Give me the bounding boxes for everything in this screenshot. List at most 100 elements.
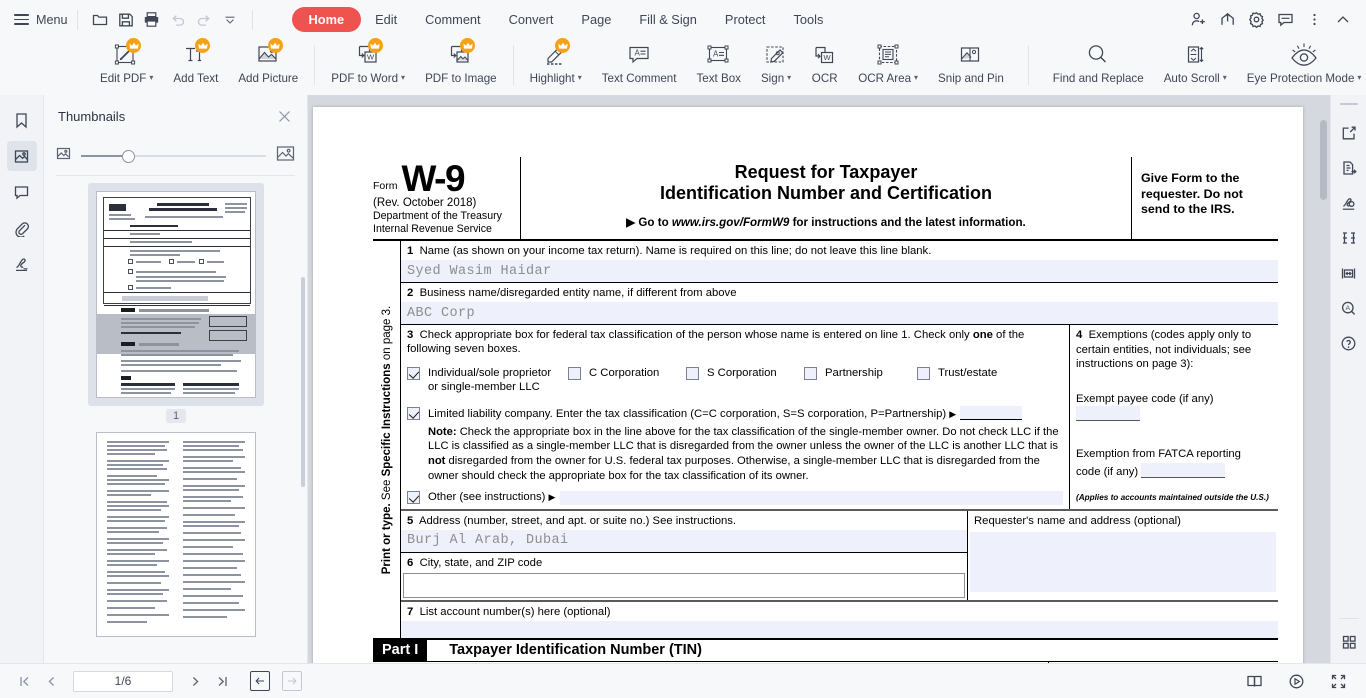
grid-view-icon[interactable] — [1336, 629, 1362, 655]
part-1-title: Taxpayer Identification Number (TIN) — [427, 640, 702, 661]
sidebar-item-bookmarks[interactable] — [7, 105, 37, 135]
search-document-icon[interactable]: A — [1336, 295, 1362, 321]
exempt-payee-code-field[interactable] — [1076, 406, 1140, 421]
page-navigation: 1/6 — [12, 669, 302, 693]
previous-view-icon[interactable] — [250, 671, 270, 691]
more-options-icon[interactable] — [1301, 7, 1327, 33]
list-item[interactable] — [88, 424, 264, 645]
first-page-icon[interactable] — [12, 669, 36, 693]
thumbnails-scrollbar[interactable] — [301, 277, 305, 487]
fullscreen-icon[interactable] — [1326, 669, 1350, 693]
ocr-button[interactable]: W OCR — [801, 39, 848, 85]
other-classification-field[interactable] — [560, 491, 1063, 505]
checkbox-limited-liability-company[interactable] — [407, 407, 420, 420]
signature-pen-icon[interactable] — [1336, 190, 1362, 216]
llc-classification-field[interactable] — [960, 406, 1022, 420]
irs-url: www.irs.gov/FormW9 — [672, 216, 789, 229]
text-comment-button[interactable]: A Text Comment — [592, 39, 687, 85]
checkbox-trust-estate[interactable] — [917, 367, 930, 380]
line5-number: 5 — [407, 515, 413, 527]
last-page-icon[interactable] — [210, 669, 234, 693]
edit-pdf-label: Edit PDF — [100, 72, 146, 85]
next-page-icon[interactable] — [183, 669, 207, 693]
print-icon[interactable] — [139, 7, 165, 33]
account-numbers-field[interactable] — [401, 621, 1278, 638]
address-field[interactable]: Burj Al Arab, Dubai — [401, 530, 967, 552]
open-folder-icon[interactable] — [87, 7, 113, 33]
arrow-right-icon: ▶ — [549, 492, 556, 502]
export-document-icon[interactable] — [1336, 155, 1362, 181]
checkbox-c-corporation[interactable] — [568, 367, 581, 380]
tab-tools[interactable]: Tools — [779, 7, 837, 32]
snip-and-pin-button[interactable]: Snip and Pin — [928, 39, 1014, 85]
tab-protect[interactable]: Protect — [711, 7, 780, 32]
highlight-button[interactable]: Highlight▾ — [520, 39, 592, 85]
auto-scroll-button[interactable]: Auto Scroll▾ — [1154, 39, 1237, 85]
add-picture-button[interactable]: Add Picture — [228, 39, 308, 85]
edit-pdf-button[interactable]: Edit PDF▾ — [90, 39, 163, 85]
checkbox-partnership[interactable] — [804, 367, 817, 380]
requester-field[interactable] — [970, 532, 1276, 592]
list-item[interactable]: 1 — [88, 183, 264, 422]
thumbnail-size-slider[interactable] — [81, 149, 266, 163]
sign-icon — [763, 40, 790, 70]
document-vertical-scrollbar[interactable] — [1320, 120, 1327, 200]
sidebar-item-thumbnails[interactable] — [7, 141, 37, 171]
feedback-icon[interactable] — [1272, 7, 1298, 33]
customize-chevron-icon[interactable] — [217, 7, 243, 33]
checkbox-individual-sole-proprietor[interactable] — [407, 367, 420, 380]
collapse-ribbon-icon[interactable] — [1330, 7, 1356, 33]
tab-page[interactable]: Page — [567, 7, 625, 32]
name-field[interactable]: Syed Wasim Haidar — [401, 260, 1278, 282]
text-box-button[interactable]: A Text Box — [686, 39, 750, 85]
thumbnail-list[interactable]: 1 — [44, 177, 308, 663]
pdf-to-image-button[interactable]: PDF to Image — [415, 39, 507, 85]
fatca-footnote: (Applies to accounts maintained outside … — [1076, 493, 1273, 504]
share-icon[interactable] — [1214, 7, 1240, 33]
checkbox-other[interactable] — [407, 491, 420, 504]
ocr-area-button[interactable]: OCR Area▾ — [848, 39, 928, 85]
pdf-to-word-button[interactable]: W PDF to Word▾ — [321, 39, 415, 85]
tab-home[interactable]: Home — [292, 7, 362, 32]
compare-icon[interactable] — [1336, 225, 1362, 251]
redo-icon[interactable] — [191, 7, 217, 33]
tab-fill-and-sign[interactable]: Fill & Sign — [625, 7, 711, 32]
page-fit-icon[interactable] — [1336, 260, 1362, 286]
eye-protection-mode-button[interactable]: Eye Protection Mode▾ — [1237, 39, 1366, 85]
sidebar-item-attachments[interactable] — [7, 213, 37, 243]
small-image-icon[interactable] — [56, 146, 71, 166]
sidebar-item-comments[interactable] — [7, 177, 37, 207]
help-circle-icon[interactable] — [1336, 330, 1362, 356]
save-icon[interactable] — [113, 7, 139, 33]
checkbox-individual-label: Individual/sole proprietor or single-mem… — [428, 366, 556, 395]
sign-button[interactable]: Sign▾ — [751, 39, 801, 85]
next-view-icon[interactable] — [282, 671, 302, 691]
tab-convert[interactable]: Convert — [495, 7, 568, 32]
prev-page-icon[interactable] — [39, 669, 63, 693]
close-icon[interactable] — [275, 107, 293, 125]
thumbnail-size-controls — [44, 137, 307, 175]
page-indicator[interactable]: 1/6 — [73, 671, 173, 692]
sidebar-item-signatures[interactable] — [7, 249, 37, 279]
find-and-replace-button[interactable]: Find and Replace — [1043, 39, 1154, 85]
business-name-field[interactable]: ABC Corp — [401, 302, 1278, 324]
department-line-1: Department of the Treasury — [373, 210, 518, 223]
settings-gear-icon[interactable] — [1243, 7, 1269, 33]
rail-drag-handle[interactable] — [1340, 103, 1358, 105]
add-user-icon[interactable] — [1185, 7, 1211, 33]
edit-square-icon[interactable] — [1336, 120, 1362, 146]
slider-knob[interactable] — [122, 150, 135, 163]
document-viewer[interactable]: Form W-9 (Rev. October 2018) Department … — [308, 95, 1330, 663]
large-image-icon[interactable] — [276, 144, 295, 168]
add-text-button[interactable]: Add Text — [163, 39, 228, 85]
menu-button[interactable]: Menu — [14, 13, 68, 27]
presentation-icon[interactable] — [1284, 669, 1308, 693]
fatca-code-field[interactable] — [1141, 463, 1225, 478]
tab-edit[interactable]: Edit — [361, 7, 411, 32]
line3-label: Check appropriate box for federal tax cl… — [420, 329, 970, 341]
undo-icon[interactable] — [165, 7, 191, 33]
book-mode-icon[interactable] — [1242, 669, 1266, 693]
tab-comment[interactable]: Comment — [411, 7, 494, 32]
city-state-zip-field[interactable] — [403, 573, 965, 598]
checkbox-s-corporation[interactable] — [686, 367, 699, 380]
